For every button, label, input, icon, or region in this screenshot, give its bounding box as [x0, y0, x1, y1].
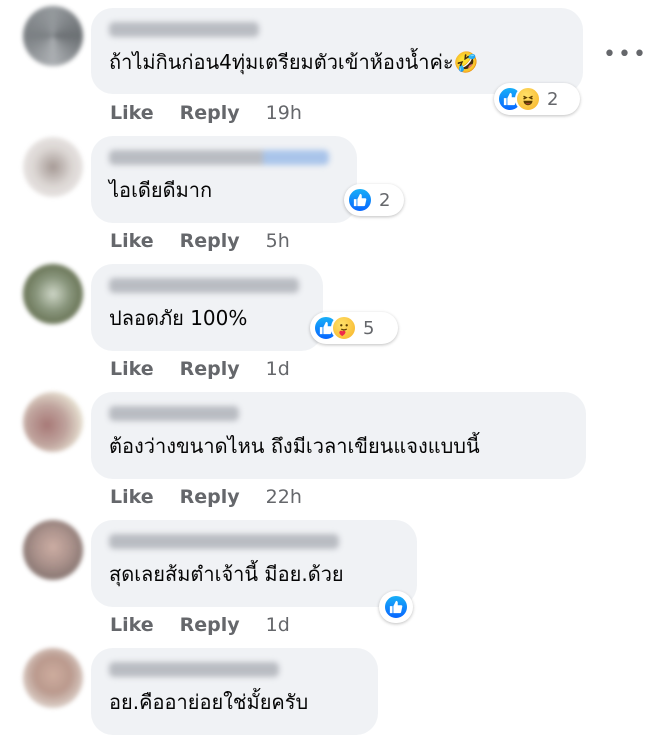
reply-button[interactable]: Reply: [180, 230, 240, 252]
comment-actions: Like Reply 19h: [110, 102, 302, 124]
comment-bubble: ถ้าไม่กินก่อน4ทุ่มเตรียมตัวเข้าห้องน้ำค่…: [91, 8, 583, 94]
avatar[interactable]: [23, 264, 83, 324]
avatar[interactable]: [23, 6, 83, 66]
like-reaction-icon: [347, 187, 373, 213]
reply-button[interactable]: Reply: [180, 102, 240, 124]
author-name-blurred[interactable]: [109, 662, 279, 677]
author-name-blurred[interactable]: [109, 278, 299, 293]
comment-actions: Like Reply 1d: [110, 358, 290, 380]
timestamp[interactable]: 22h: [266, 486, 302, 508]
reactions-summary[interactable]: 5: [310, 312, 398, 344]
reply-button[interactable]: Reply: [180, 486, 240, 508]
comment-bubble: ต้องว่างขนาดไหน ถึงมีเวลาเขียนแจงแบบนี้: [91, 392, 586, 479]
more-horizontal-icon[interactable]: •••: [603, 42, 648, 67]
timestamp[interactable]: 1d: [266, 614, 290, 636]
reaction-count: 2: [547, 88, 559, 110]
comment-actions: Like Reply 22h: [110, 486, 302, 508]
comment-text: ปลอดภัย 100%: [109, 306, 248, 330]
avatar[interactable]: [23, 648, 83, 708]
like-button[interactable]: Like: [110, 614, 154, 636]
like-button[interactable]: Like: [110, 358, 154, 380]
author-name-blurred[interactable]: [109, 22, 259, 37]
comment-text: ไอเดียดีมาก: [109, 178, 213, 202]
reaction-count: 2: [379, 189, 391, 211]
reactions-summary[interactable]: 2: [494, 83, 580, 115]
avatar[interactable]: [23, 520, 83, 580]
comment-actions: Like Reply 1d: [110, 614, 290, 636]
like-button[interactable]: Like: [110, 230, 154, 252]
comment-bubble: อย.คืออาย่อยใช่มั้ยครับ: [91, 648, 378, 735]
like-button[interactable]: Like: [110, 102, 154, 124]
care-reaction-icon: [331, 315, 357, 341]
timestamp[interactable]: 1d: [266, 358, 290, 380]
comment-actions: Like Reply 5h: [110, 230, 290, 252]
comment-text: ต้องว่างขนาดไหน ถึงมีเวลาเขียนแจงแบบนี้: [109, 434, 480, 458]
comment-text: อย.คืออาย่อยใช่มั้ยครับ: [109, 690, 309, 714]
like-button[interactable]: Like: [110, 486, 154, 508]
timestamp[interactable]: 19h: [266, 102, 302, 124]
comment-text: สุดเลยส้มตำเจ้านี้ มีอย.ด้วย: [109, 562, 344, 586]
avatar[interactable]: [23, 392, 83, 452]
reactions-summary[interactable]: [379, 591, 413, 623]
comment-bubble: ปลอดภัย 100%: [91, 264, 323, 351]
comment-text: ถ้าไม่กินก่อน4ทุ่มเตรียมตัวเข้าห้องน้ำค่…: [109, 50, 479, 74]
comment-thread: ถ้าไม่กินก่อน4ทุ่มเตรียมตัวเข้าห้องน้ำค่…: [0, 0, 671, 754]
reaction-count: 5: [363, 317, 375, 339]
reply-button[interactable]: Reply: [180, 614, 240, 636]
haha-reaction-icon: [515, 86, 541, 112]
avatar[interactable]: [23, 137, 83, 197]
like-reaction-icon: [383, 594, 409, 620]
comment-bubble: สุดเลยส้มตำเจ้านี้ มีอย.ด้วย: [91, 520, 417, 607]
timestamp[interactable]: 5h: [266, 230, 290, 252]
author-name-blurred[interactable]: [109, 534, 339, 549]
comment-bubble: ไอเดียดีมาก: [91, 136, 357, 223]
author-name-blurred[interactable]: [109, 150, 329, 165]
author-name-blurred[interactable]: [109, 406, 239, 421]
reply-button[interactable]: Reply: [180, 358, 240, 380]
reactions-summary[interactable]: 2: [344, 184, 404, 216]
